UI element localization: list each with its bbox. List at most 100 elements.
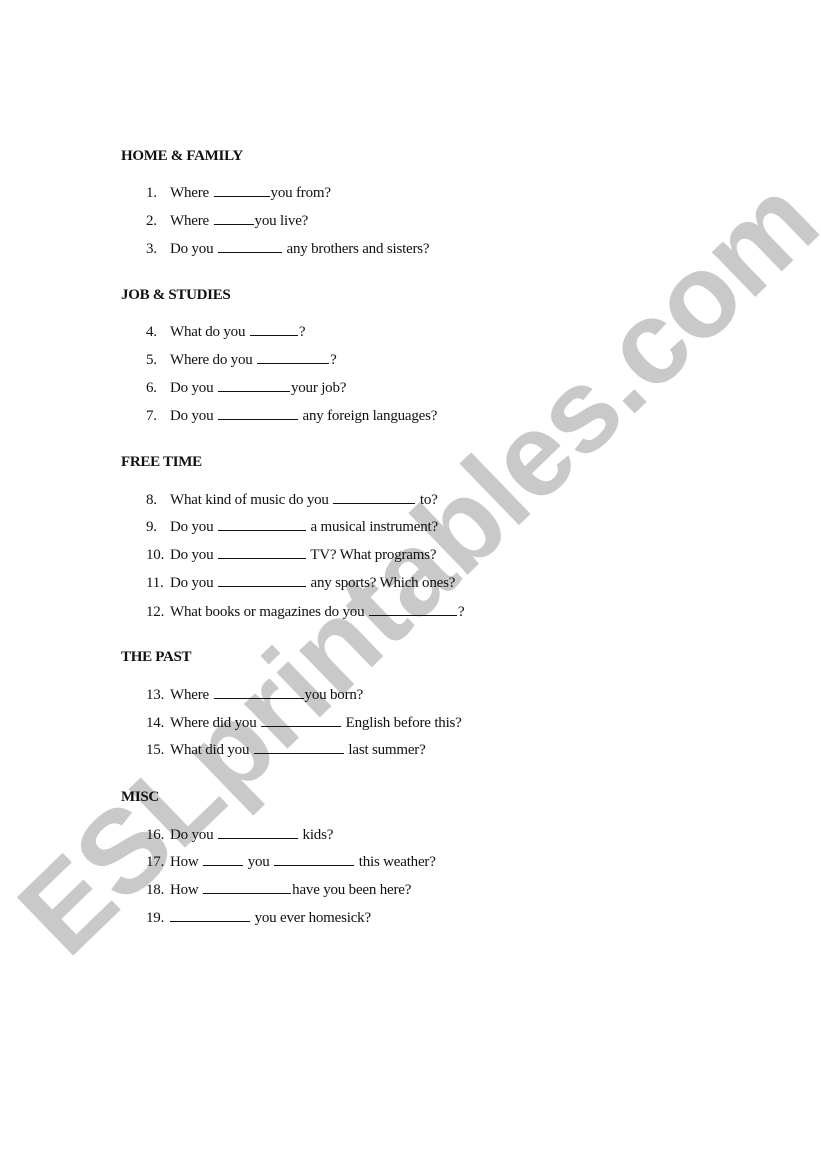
worksheet-content: HOME & FAMILY 1. Where you from? 2. Where … (0, 0, 821, 1169)
question-9: 9. Do you a musical instrument? (146, 517, 438, 536)
question-17: 17. How you this weather? (146, 852, 436, 871)
question-text: TV? What programs? (310, 547, 437, 563)
question-text: Where do you (170, 352, 253, 368)
section-heading-home-family: HOME & FAMILY (121, 148, 243, 164)
question-number: 3. (146, 241, 157, 257)
question-15: 15. What did you last summer? (146, 740, 426, 759)
question-text: you from? (270, 185, 331, 201)
question-14: 14. Where did you English before this? (146, 713, 462, 732)
question-number: 18. (146, 882, 165, 898)
answer-blank[interactable] (170, 908, 250, 922)
question-text: you live? (254, 213, 309, 229)
question-number: 5. (146, 352, 157, 368)
answer-blank[interactable] (217, 406, 298, 420)
question-text: you (247, 854, 270, 870)
question-number: 10. (146, 547, 165, 563)
answer-blank[interactable] (249, 322, 298, 336)
section-heading-the-past: THE PAST (121, 649, 192, 665)
section-heading-misc: MISC (121, 789, 159, 805)
question-text: Do you (170, 241, 214, 257)
question-number: 17. (146, 854, 165, 870)
section-heading-job-studies: JOB & STUDIES (121, 287, 231, 303)
answer-blank[interactable] (217, 239, 282, 253)
question-number: 1. (146, 185, 157, 201)
answer-blank[interactable] (253, 740, 344, 754)
question-number: 13. (146, 687, 165, 703)
question-10: 10. Do you TV? What programs? (146, 545, 437, 564)
question-text: your job? (290, 380, 347, 396)
question-number: 6. (146, 380, 157, 396)
question-text: to? (419, 492, 438, 508)
question-text: you ever homesick? (254, 910, 372, 926)
question-text: What kind of music do you (170, 492, 329, 508)
question-text: any sports? Which ones? (310, 575, 456, 591)
question-text: kids? (302, 827, 334, 843)
question-number: 2. (146, 213, 157, 229)
question-text: you born? (304, 687, 364, 703)
question-text: Do you (170, 547, 214, 563)
answer-blank[interactable] (213, 685, 304, 699)
question-number: 4. (146, 324, 157, 340)
question-text: any brothers and sisters? (286, 241, 430, 257)
question-text: What books or magazines do you (170, 604, 365, 620)
question-text: this weather? (358, 854, 436, 870)
question-number: 11. (146, 575, 164, 591)
question-13: 13. Where you born? (146, 685, 363, 704)
question-6: 6. Do you your job? (146, 378, 346, 397)
question-4: 4. What do you ? (146, 322, 306, 341)
question-text: Do you (170, 827, 214, 843)
answer-blank[interactable] (213, 183, 270, 197)
answer-blank[interactable] (257, 350, 330, 364)
question-text: What do you (170, 324, 246, 340)
question-text: English before this? (345, 715, 462, 731)
answer-blank[interactable] (203, 880, 292, 894)
question-18: 18. How have you been here? (146, 880, 411, 899)
question-text: Where (170, 213, 209, 229)
answer-blank[interactable] (217, 573, 306, 587)
question-text: Do you (170, 519, 214, 535)
question-text: Where (170, 185, 209, 201)
answer-blank[interactable] (217, 378, 290, 392)
worksheet-page: ESLprintables.com HOME & FAMILY 1. Where … (0, 0, 821, 1169)
answer-blank[interactable] (217, 545, 306, 559)
question-text: a musical instrument? (310, 519, 439, 535)
question-number: 7. (146, 408, 157, 424)
question-7: 7. Do you any foreign languages? (146, 406, 437, 425)
question-19: 19. you ever homesick? (146, 908, 371, 927)
question-text: How (170, 854, 199, 870)
question-number: 14. (146, 715, 165, 731)
question-number: 9. (146, 519, 157, 535)
answer-blank[interactable] (213, 211, 254, 225)
question-text: ? (330, 352, 337, 368)
question-number: 12. (146, 604, 165, 620)
question-text: ? (457, 604, 465, 620)
question-text: Where did you (170, 715, 257, 731)
question-5: 5. Where do you ? (146, 350, 337, 369)
question-text: Do you (170, 380, 214, 396)
question-text: How (170, 882, 199, 898)
question-number: 16. (146, 827, 165, 843)
question-text: Where (170, 687, 209, 703)
section-heading-free-time: FREE TIME (121, 454, 202, 470)
question-text: have you been here? (292, 882, 412, 898)
answer-blank[interactable] (368, 602, 457, 616)
question-text: ? (298, 324, 306, 340)
answer-blank[interactable] (261, 713, 342, 727)
question-number: 15. (146, 742, 165, 758)
question-3: 3. Do you any brothers and sisters? (146, 239, 430, 258)
answer-blank[interactable] (217, 517, 306, 531)
answer-blank[interactable] (203, 852, 244, 866)
question-16: 16. Do you kids? (146, 825, 333, 844)
answer-blank[interactable] (274, 852, 355, 866)
answer-blank[interactable] (333, 490, 416, 504)
question-text: What did you (170, 742, 250, 758)
question-1: 1. Where you from? (146, 183, 331, 202)
question-text: last summer? (348, 742, 426, 758)
question-number: 8. (146, 492, 157, 508)
question-2: 2. Where you live? (146, 211, 308, 230)
question-text: Do you (170, 408, 214, 424)
answer-blank[interactable] (217, 825, 298, 839)
question-11: 11. Do you any sports? Which ones? (146, 573, 455, 592)
question-text: Do you (170, 575, 214, 591)
question-12: 12. What books or magazines do you ? (146, 602, 465, 621)
